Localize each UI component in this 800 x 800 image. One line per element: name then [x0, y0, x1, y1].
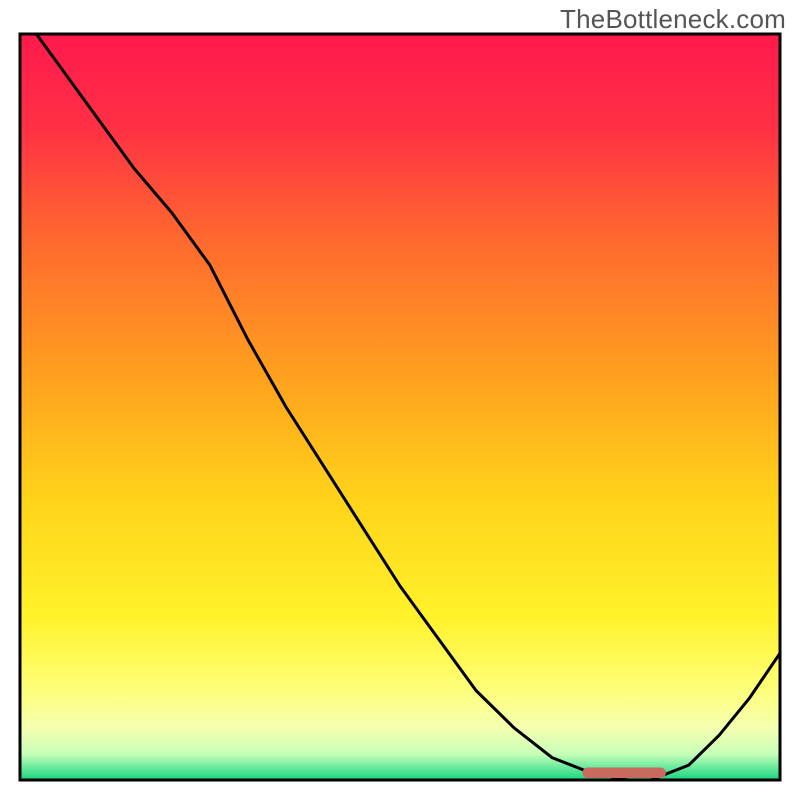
gradient-background — [20, 34, 780, 780]
sweet-spot-marker — [582, 768, 666, 778]
bottleneck-chart — [0, 0, 800, 800]
watermark-text: TheBottleneck.com — [560, 4, 786, 35]
